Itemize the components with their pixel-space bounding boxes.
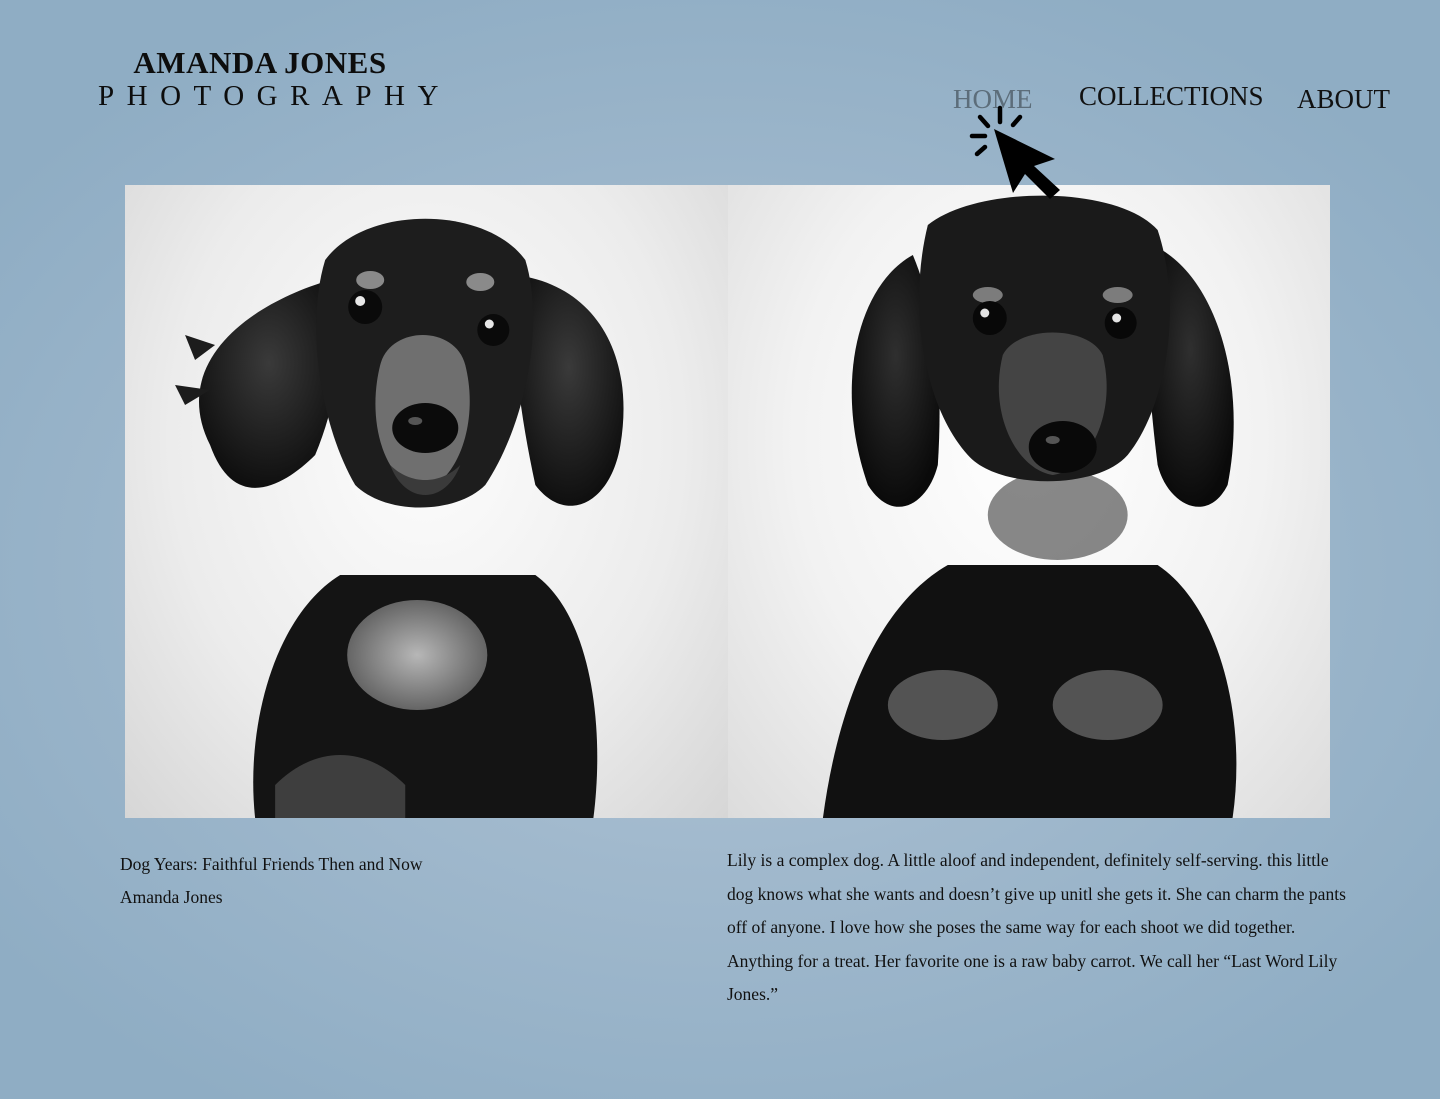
photo-caption: Dog Years: Faithful Friends Then and Now… <box>120 848 540 914</box>
collection-title: Dog Years: Faithful Friends Then and Now <box>120 854 423 874</box>
photo-description: Lily is a complex dog. A little aloof an… <box>727 850 1346 1005</box>
nav-collections-link[interactable]: COLLECTIONS <box>1079 81 1264 111</box>
click-pointer-icon <box>966 104 1066 200</box>
adult-photo <box>727 185 1330 818</box>
logo-subtitle: PHOTOGRAPHY <box>98 80 451 112</box>
photographer-name: Amanda Jones <box>120 887 223 907</box>
dachshund-puppy-icon <box>175 218 624 818</box>
puppy-photo <box>125 185 728 818</box>
featured-photo[interactable] <box>125 185 1330 818</box>
site-logo[interactable]: AMANDA JONES PHOTOGRAPHY <box>90 45 451 113</box>
logo-name: AMANDA JONES <box>133 45 387 80</box>
nav-about-link[interactable]: ABOUT <box>1297 84 1390 114</box>
dachshund-adult-icon <box>822 195 1236 818</box>
